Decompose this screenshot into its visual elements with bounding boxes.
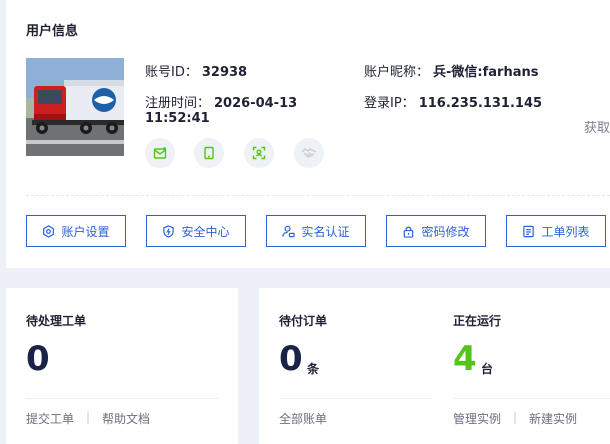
ticket-list-label: 工单列表 xyxy=(541,224,590,239)
pending-tickets-title: 待处理工单 xyxy=(26,314,87,328)
user-verify-icon xyxy=(282,225,296,237)
divider xyxy=(453,398,610,399)
running-unit: 台 xyxy=(481,362,494,376)
hexagon-settings-icon xyxy=(43,224,55,238)
running-count: 4 xyxy=(453,339,477,379)
handshake-icon[interactable] xyxy=(294,138,324,168)
user-info-card: 用户信息 账号ID： 32938 账户昵称： 兵-微信:farhans 注册时间… xyxy=(6,0,610,268)
divider xyxy=(279,398,433,399)
account-id-label: 账号ID： xyxy=(145,65,198,80)
password-change-button[interactable]: 密码修改 xyxy=(386,215,486,247)
manage-instances-link[interactable]: 管理实例 xyxy=(453,410,501,427)
pending-orders-unit: 条 xyxy=(307,362,320,376)
pending-tickets-count: 0 xyxy=(26,339,50,379)
face-scan-icon[interactable] xyxy=(244,138,274,168)
password-change-label: 密码修改 xyxy=(421,224,470,239)
help-docs-link[interactable]: 帮助文档 xyxy=(102,410,150,427)
phone-verified-icon[interactable] xyxy=(194,138,224,168)
account-nickname-value: 兵-微信:farhans xyxy=(433,65,539,80)
divider xyxy=(26,195,610,196)
pending-tickets-card: 待处理工单 0 提交工单 | 帮助文档 xyxy=(6,288,238,444)
new-instance-link[interactable]: 新建实例 xyxy=(529,410,577,427)
all-bills-link[interactable]: 全部账单 xyxy=(279,410,327,427)
divider xyxy=(26,398,219,399)
orders-running-card: 待付订单 0 条 全部账单 正在运行 4 台 管理实例 | 新建实例 xyxy=(259,288,610,444)
security-center-label: 安全中心 xyxy=(181,224,230,239)
account-nickname: 账户昵称： 兵-微信:farhans xyxy=(364,61,538,80)
account-id-value: 32938 xyxy=(201,65,248,80)
lock-icon xyxy=(404,225,414,238)
avatar xyxy=(26,58,124,156)
real-name-auth-label: 实名认证 xyxy=(301,224,350,239)
email-verified-icon[interactable] xyxy=(145,138,175,168)
register-time: 注册时间： 2026-04-13 xyxy=(145,92,297,111)
shield-icon xyxy=(163,224,175,238)
real-name-auth-button[interactable]: 实名认证 xyxy=(266,215,366,247)
fetch-link[interactable]: 获取 xyxy=(584,117,610,136)
pending-orders-count: 0 xyxy=(279,339,303,379)
account-settings-label: 账户设置 xyxy=(61,224,110,239)
register-time-value: 11:52:41 xyxy=(145,111,210,126)
ticket-list-button[interactable]: 工单列表 xyxy=(506,215,606,247)
login-ip-label: 登录IP： xyxy=(364,96,415,111)
link-separator: | xyxy=(86,410,91,424)
submit-ticket-link[interactable]: 提交工单 xyxy=(26,410,74,427)
security-center-button[interactable]: 安全中心 xyxy=(146,215,246,247)
document-list-icon xyxy=(523,225,535,237)
user-info-title: 用户信息 xyxy=(26,24,79,39)
login-ip-value: 116.235.131.145 xyxy=(418,96,543,111)
account-settings-button[interactable]: 账户设置 xyxy=(26,215,126,247)
register-time-label: 注册时间： xyxy=(145,96,211,111)
account-id: 账号ID： 32938 xyxy=(145,61,247,80)
running-title: 正在运行 xyxy=(453,314,502,328)
account-nickname-label: 账户昵称： xyxy=(364,65,430,80)
login-ip: 登录IP： 116.235.131.145 xyxy=(364,92,542,111)
pending-orders-title: 待付订单 xyxy=(279,314,328,328)
register-date-value: 2026-04-13 xyxy=(214,96,298,111)
link-separator: | xyxy=(513,410,518,424)
